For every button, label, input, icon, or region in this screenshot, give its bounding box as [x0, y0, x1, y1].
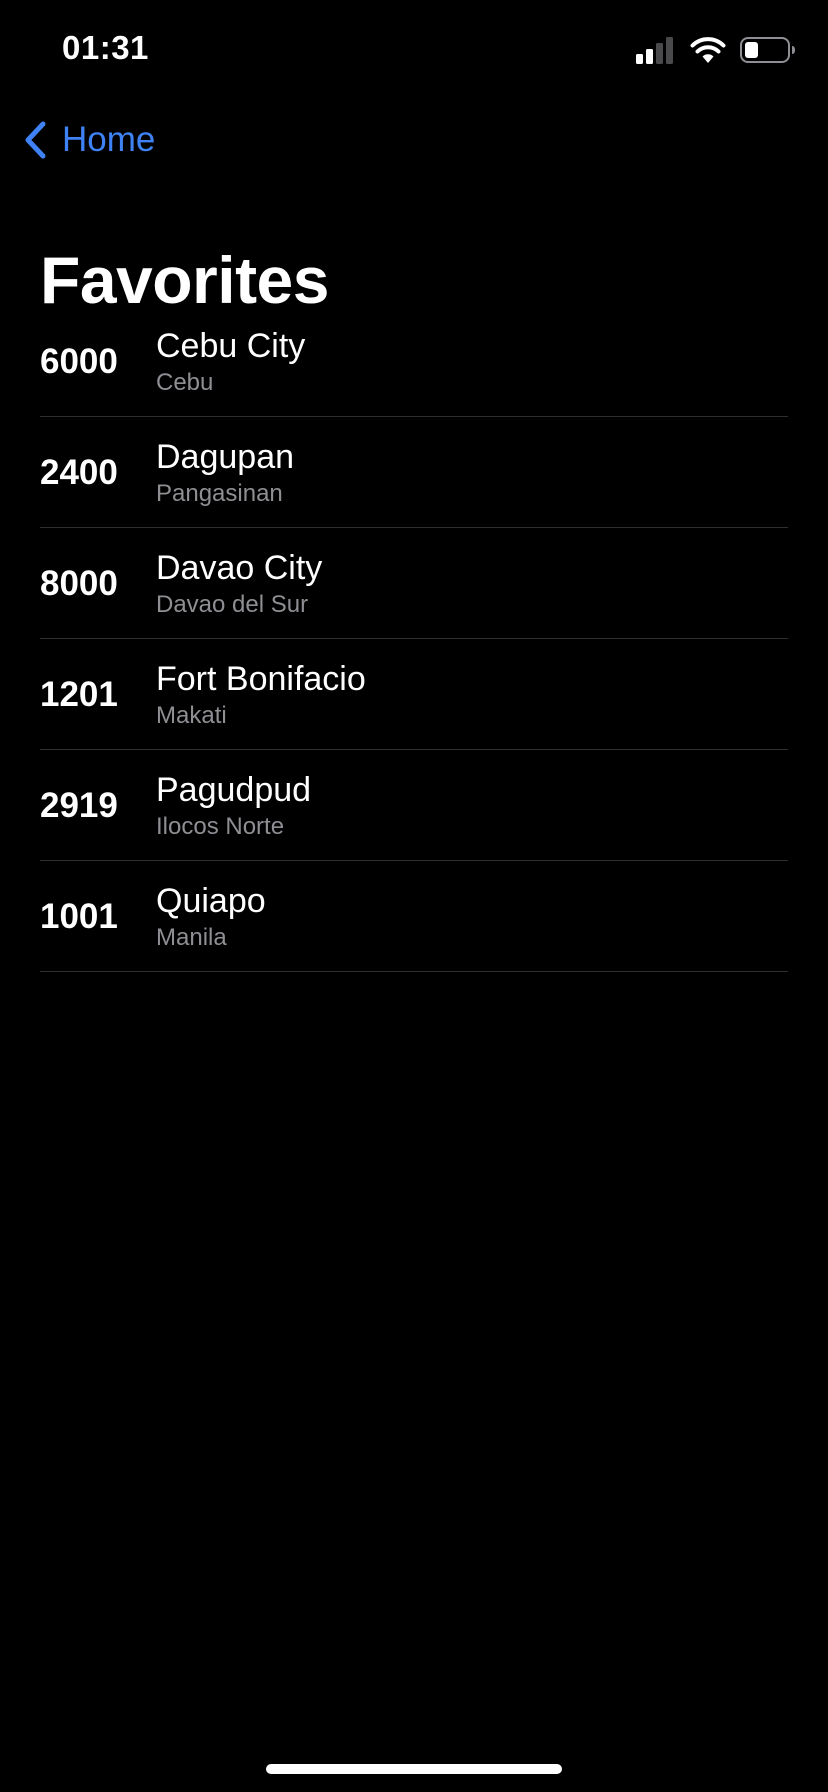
list-item[interactable]: 2919 Pagudpud Ilocos Norte	[40, 750, 788, 861]
place-name: Fort Bonifacio	[156, 660, 366, 698]
home-indicator[interactable]	[266, 1764, 562, 1774]
postal-code: 2919	[40, 786, 118, 825]
place-name: Pagudpud	[156, 771, 312, 809]
postal-code: 6000	[40, 342, 118, 381]
place-name: Quiapo	[156, 882, 266, 920]
region-name: Ilocos Norte	[156, 813, 285, 840]
list-item[interactable]: 8000 Davao City Davao del Sur	[40, 528, 788, 639]
chevron-left-icon	[25, 121, 46, 159]
status-time: 01:31	[62, 29, 149, 66]
favorites-list: 6000 Cebu City Cebu 2400 Dagupan Pangasi…	[40, 306, 788, 972]
postal-code: 1201	[40, 675, 118, 714]
postal-code: 1001	[40, 897, 118, 936]
region-name: Makati	[156, 702, 227, 729]
region-name: Pangasinan	[156, 480, 283, 507]
list-item[interactable]: 6000 Cebu City Cebu	[40, 306, 788, 417]
region-name: Manila	[156, 924, 227, 951]
place-name: Cebu City	[156, 327, 306, 365]
back-button-label: Home	[62, 120, 156, 159]
postal-code: 8000	[40, 564, 118, 603]
postal-code: 2400	[40, 453, 118, 492]
list-item[interactable]: 1201 Fort Bonifacio Makati	[40, 639, 788, 750]
list-item[interactable]: 2400 Dagupan Pangasinan	[40, 417, 788, 528]
region-name: Cebu	[156, 369, 214, 396]
status-icons	[636, 34, 796, 66]
status-bar: 01:31	[0, 0, 828, 100]
battery-icon	[740, 37, 795, 63]
list-item[interactable]: 1001 Quiapo Manila	[40, 861, 788, 972]
back-button[interactable]: Home	[22, 118, 155, 162]
wifi-icon	[690, 37, 726, 63]
place-name: Davao City	[156, 549, 323, 587]
cellular-signal-icon	[636, 37, 673, 64]
place-name: Dagupan	[156, 438, 295, 476]
region-name: Davao del Sur	[156, 591, 309, 618]
